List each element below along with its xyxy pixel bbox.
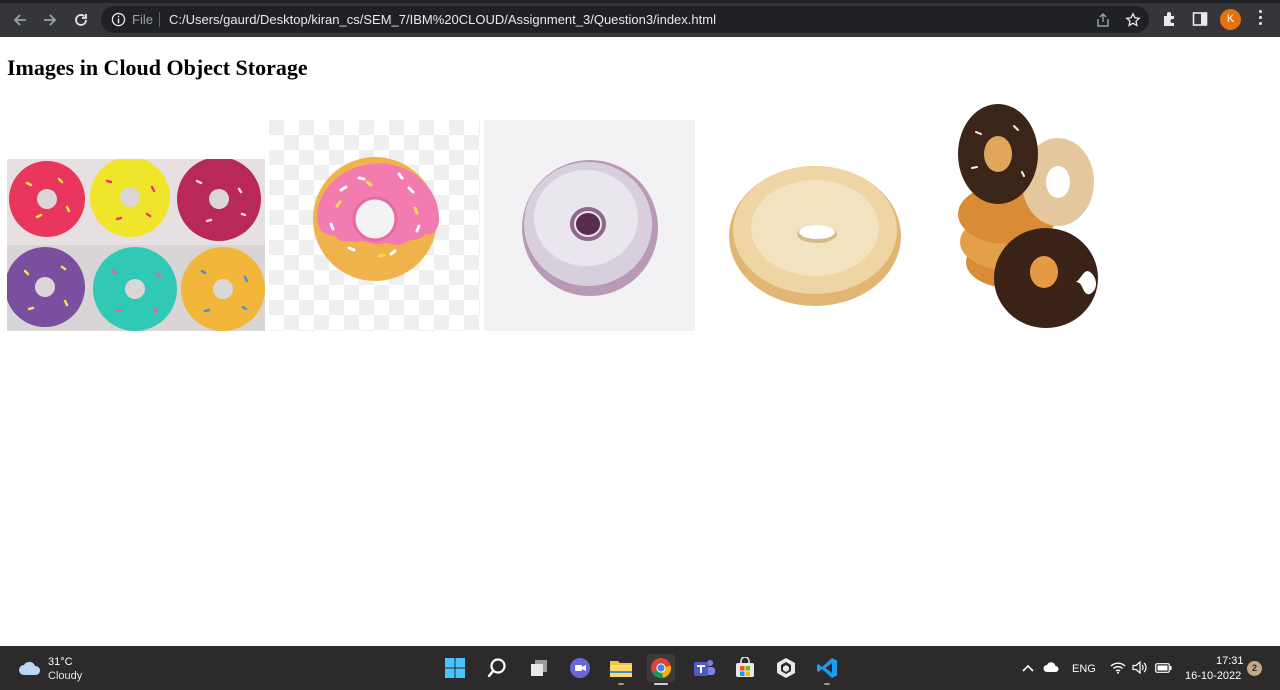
forward-button[interactable] xyxy=(39,9,61,31)
task-view-button[interactable] xyxy=(525,654,553,682)
running-indicator xyxy=(618,683,624,685)
search-icon xyxy=(487,658,506,678)
vscode-icon xyxy=(817,658,837,678)
teams-button[interactable] xyxy=(690,654,718,682)
weather-condition[interactable]: Cloudy xyxy=(48,670,82,683)
address-bar[interactable]: File C:/Users/gaurd/Desktop/kiran_cs/SEM… xyxy=(101,6,1149,33)
chevron-up-icon[interactable] xyxy=(1022,664,1034,672)
browser-menu-icon[interactable] xyxy=(1256,10,1264,28)
tab-strip xyxy=(0,0,1280,3)
folder-icon xyxy=(610,661,632,677)
language-indicator[interactable]: ENG xyxy=(1072,663,1096,676)
onedrive-cloud-icon[interactable] xyxy=(1043,662,1059,673)
start-button[interactable] xyxy=(441,654,469,682)
back-arrow-icon xyxy=(13,14,26,26)
forward-arrow-icon xyxy=(44,14,57,26)
vscode-button[interactable] xyxy=(813,654,841,685)
sugar-donut-image xyxy=(717,150,907,315)
teams-chat-icon xyxy=(570,658,590,678)
clock-time[interactable]: 17:31 xyxy=(1216,655,1244,668)
chrome-icon xyxy=(651,658,672,679)
running-indicator xyxy=(824,683,830,685)
profile-avatar[interactable]: K xyxy=(1220,9,1241,30)
share-icon[interactable] xyxy=(1095,12,1111,28)
search-button[interactable] xyxy=(483,654,511,682)
notification-badge[interactable]: 2 xyxy=(1247,661,1262,676)
reload-icon xyxy=(75,14,87,26)
store-button[interactable] xyxy=(731,654,759,682)
chrome-button[interactable] xyxy=(647,654,675,685)
unity-button[interactable] xyxy=(772,654,800,682)
task-view-icon xyxy=(531,660,547,676)
bookmark-star-icon[interactable] xyxy=(1125,12,1141,28)
pink-donut-image xyxy=(269,120,480,331)
file-scheme-label: File xyxy=(132,12,153,27)
address-separator xyxy=(159,12,160,27)
browser-toolbar: File C:/Users/gaurd/Desktop/kiran_cs/SEM… xyxy=(0,0,1280,37)
wifi-icon[interactable] xyxy=(1110,661,1126,674)
side-panel-icon[interactable] xyxy=(1191,10,1209,28)
file-explorer-button[interactable] xyxy=(607,654,635,685)
battery-icon[interactable] xyxy=(1155,663,1172,673)
extensions-puzzle-icon[interactable] xyxy=(1161,10,1179,28)
teams-icon xyxy=(694,660,715,676)
chat-button[interactable] xyxy=(566,654,594,682)
store-bag-icon xyxy=(736,657,754,677)
cloud-weather-icon[interactable] xyxy=(18,660,42,676)
weather-temperature[interactable]: 31°C xyxy=(48,656,73,669)
active-indicator xyxy=(654,683,668,685)
volume-icon[interactable] xyxy=(1132,661,1147,674)
reload-button[interactable] xyxy=(70,9,92,31)
donuts-box-image xyxy=(7,159,265,331)
unity-hub-icon xyxy=(777,658,795,678)
page-title: Images in Cloud Object Storage xyxy=(7,55,308,80)
back-button[interactable] xyxy=(9,9,31,31)
site-info-icon[interactable] xyxy=(111,12,126,27)
clock-date[interactable]: 16-10-2022 xyxy=(1185,670,1241,683)
url-text[interactable]: C:/Users/gaurd/Desktop/kiran_cs/SEM_7/IB… xyxy=(169,12,716,27)
powdered-donut-image xyxy=(484,120,695,331)
stacked-donuts-image xyxy=(948,102,1108,331)
windows-logo-icon xyxy=(445,658,465,678)
